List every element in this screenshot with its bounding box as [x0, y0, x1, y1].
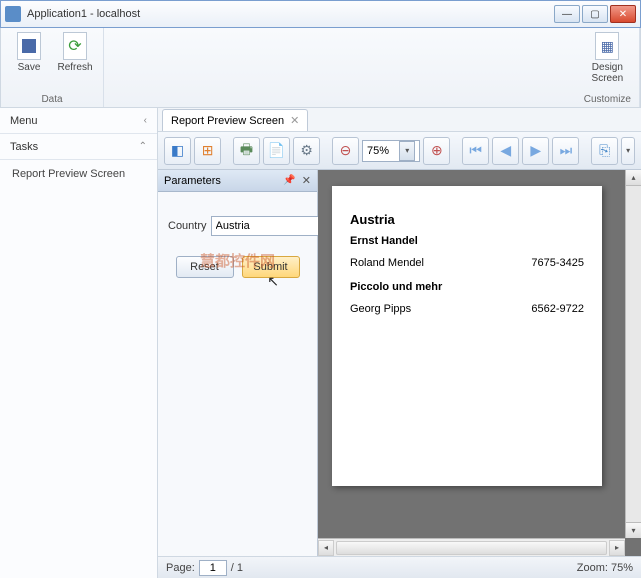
report-page: Austria Ernst Handel Roland Mendel 7675-…	[332, 186, 602, 486]
refresh-label: Refresh	[57, 62, 92, 73]
pin-icon[interactable]: 📌	[283, 175, 295, 186]
scroll-up-button[interactable]: ▴	[626, 170, 641, 186]
design-screen-button[interactable]: ▦ Design Screen	[587, 32, 627, 84]
tab-strip: Report Preview Screen ✕	[158, 108, 641, 132]
ribbon-group-label-data: Data	[41, 94, 62, 105]
chevron-up-icon: ⌃	[139, 141, 147, 152]
ribbon-group-label-customize: Customize	[584, 94, 631, 105]
report-row2-name: Georg Pipps	[350, 303, 531, 315]
report-row2-value: 6562-9722	[531, 303, 584, 315]
report-heading: Austria	[350, 212, 584, 227]
zoom-value: 75%	[367, 145, 389, 157]
zoom-out-button[interactable]: ⊖	[332, 137, 359, 165]
parameters-header: Parameters 📌 ✕	[158, 170, 317, 192]
ribbon: Save ⟳ Refresh Data ▦ Design Screen Cust…	[0, 28, 641, 108]
design-icon: ▦	[595, 32, 619, 60]
sidebar-tasks-label: Tasks	[10, 141, 38, 153]
page-setup-button[interactable]: ⚙	[293, 137, 320, 165]
parameters-title: Parameters	[164, 175, 221, 187]
print-layout-button[interactable]: 📄	[263, 137, 290, 165]
sidebar: Menu ‹ Tasks ⌃ Report Preview Screen	[0, 108, 158, 578]
report-group-1: Ernst Handel	[350, 235, 584, 247]
print-button[interactable]: 🖶	[233, 137, 260, 165]
save-button[interactable]: Save	[9, 32, 49, 73]
export-dropdown[interactable]: ▾	[621, 137, 635, 165]
cursor-icon: ↖	[267, 273, 279, 290]
refresh-button[interactable]: ⟳ Refresh	[55, 32, 95, 73]
app-icon	[5, 6, 21, 22]
status-bar: Page: / 1 Zoom: 75%	[158, 556, 641, 578]
country-label: Country	[168, 220, 207, 232]
minimize-button[interactable]: —	[554, 5, 580, 23]
tab-label: Report Preview Screen	[171, 115, 284, 127]
ribbon-group-data: Save ⟳ Refresh Data	[1, 28, 104, 107]
parameters-panel: Parameters 📌 ✕ Country 慧都控件网 Reset Submi…	[158, 170, 318, 556]
tab-report-preview[interactable]: Report Preview Screen ✕	[162, 109, 308, 131]
panel-close-icon[interactable]: ✕	[302, 174, 311, 187]
design-label: Design Screen	[587, 62, 627, 84]
prev-page-button[interactable]: ◀	[492, 137, 519, 165]
sidebar-item-report-preview[interactable]: Report Preview Screen	[0, 160, 157, 188]
toggle-sidebar-button[interactable]: ◧	[164, 137, 191, 165]
scroll-left-button[interactable]: ◂	[318, 540, 334, 556]
vertical-scrollbar[interactable]: ▴ ▾	[625, 170, 641, 538]
parameters-button[interactable]: ⊞	[194, 137, 221, 165]
window-title: Application1 - localhost	[27, 8, 554, 20]
reset-button[interactable]: Reset	[176, 256, 234, 278]
save-icon	[17, 32, 41, 60]
sidebar-tasks-header[interactable]: Tasks ⌃	[0, 134, 157, 160]
chevron-left-icon: ‹	[144, 115, 147, 126]
first-page-button[interactable]: ⏮	[462, 137, 489, 165]
close-button[interactable]: ✕	[610, 5, 636, 23]
sidebar-menu-header[interactable]: Menu ‹	[0, 108, 157, 134]
horizontal-scrollbar[interactable]: ◂ ▸	[318, 538, 625, 556]
save-label: Save	[18, 62, 41, 73]
page-label: Page:	[166, 562, 195, 574]
zoom-in-button[interactable]: ⊕	[423, 137, 450, 165]
next-page-button[interactable]: ▶	[522, 137, 549, 165]
report-row1-value: 7675-3425	[531, 257, 584, 269]
report-toolbar: ◧ ⊞ 🖶 📄 ⚙ ⊖ 75% ▾ ⊕ ⏮ ◀ ▶ ⏭ ⎘ ▾	[158, 132, 641, 170]
last-page-button[interactable]: ⏭	[552, 137, 579, 165]
tab-close-icon[interactable]: ✕	[290, 114, 299, 127]
scroll-thumb[interactable]	[336, 541, 607, 555]
zoom-status: Zoom: 75%	[577, 562, 633, 574]
sidebar-menu-label: Menu	[10, 115, 38, 127]
window-titlebar: Application1 - localhost — ▢ ✕	[0, 0, 641, 28]
chevron-down-icon[interactable]: ▾	[399, 141, 415, 161]
scroll-right-button[interactable]: ▸	[609, 540, 625, 556]
ribbon-group-customize: ▦ Design Screen Customize	[576, 28, 640, 107]
ribbon-spacer	[104, 28, 576, 107]
refresh-icon: ⟳	[63, 32, 87, 60]
page-input[interactable]	[199, 560, 227, 576]
report-row1-name: Roland Mendel	[350, 257, 531, 269]
maximize-button[interactable]: ▢	[582, 5, 608, 23]
scroll-down-button[interactable]: ▾	[626, 522, 641, 538]
report-viewer: Austria Ernst Handel Roland Mendel 7675-…	[318, 170, 641, 556]
page-total: / 1	[231, 562, 243, 574]
report-group-2: Piccolo und mehr	[350, 281, 584, 293]
zoom-select[interactable]: 75% ▾	[362, 140, 420, 162]
export-button[interactable]: ⎘	[591, 137, 618, 165]
